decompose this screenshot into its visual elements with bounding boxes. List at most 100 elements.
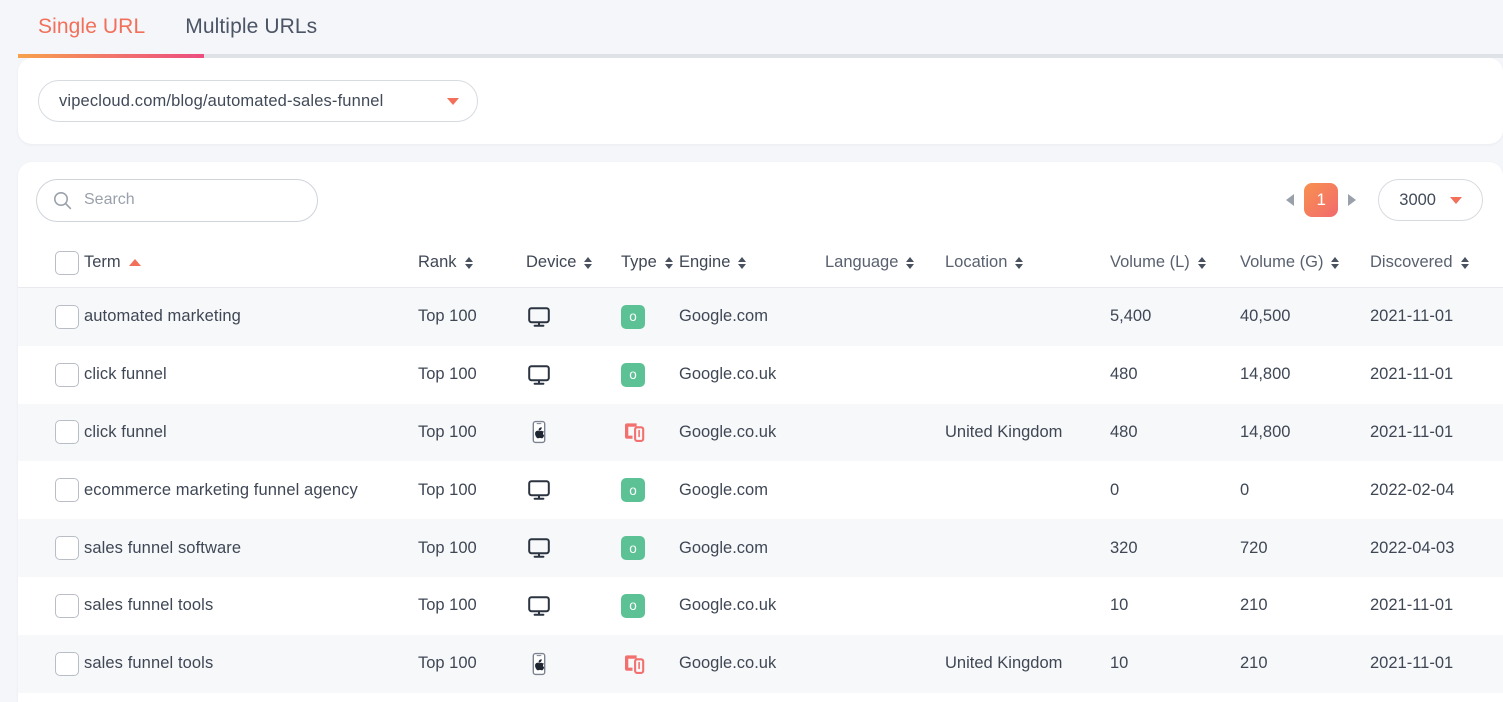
page-size-select[interactable]: 3000 [1378,179,1483,221]
cell-discovered: 2021-11-01 [1370,596,1454,615]
table-row[interactable]: automated marketing Top 100 o Google.com 5,4… [18,288,1503,346]
row-checkbox[interactable] [55,593,79,618]
table-row[interactable]: ecommerce marketing funnel agency Top 100… [18,461,1503,519]
desktop-monitor-icon [526,593,621,619]
column-header-volume-global[interactable]: Volume (G) [1240,253,1370,272]
row-checkbox[interactable] [55,420,79,445]
page-number-1[interactable]: 1 [1304,183,1339,217]
cell-term: automated marketing [84,307,241,326]
view-tabs: Single URL Multiple URLs [0,0,1503,58]
row-checkbox[interactable] [55,362,79,387]
cell-volume-local: 5,400 [1110,307,1152,326]
cell-type: o [621,536,679,561]
column-header-language-label: Language [825,253,899,271]
toolbar-right-group: 1 3000 [1286,179,1483,221]
cell-volume-local: 10 [1110,596,1129,615]
tab-multiple-urls-label: Multiple URLs [185,15,318,38]
column-header-rank-label: Rank [418,253,457,271]
cell-discovered: 2021-11-01 [1370,654,1454,673]
row-checkbox[interactable] [55,536,79,561]
organic-badge-icon: o [621,536,645,561]
cell-engine: Google.co.uk [679,365,777,384]
cell-volume-global: 14,800 [1240,365,1291,384]
row-select-cell [18,304,84,329]
desktop-monitor-icon [526,362,621,388]
caret-left-icon[interactable] [1286,194,1295,206]
cell-term: sales funnel tools [84,596,214,615]
search-input[interactable] [84,191,301,209]
cell-term: sales funnel software [84,538,242,557]
cell-location: United Kingdom [945,422,1063,441]
cell-volume-local: 480 [1110,422,1138,441]
column-header-volume-local[interactable]: Volume (L) [1110,253,1240,272]
cell-device [526,593,621,619]
caret-down-icon [1450,196,1462,204]
cell-location: United Kingdom [945,654,1063,673]
column-header-device[interactable]: Device [526,253,621,272]
table-row[interactable]: sales funnel software Top 100 o Google.com 3… [18,519,1503,577]
select-all-cell [18,250,84,275]
column-header-engine[interactable]: Engine [679,253,825,272]
responsive-devices-icon [621,651,679,677]
cell-device [526,651,621,677]
row-checkbox[interactable] [55,478,79,503]
caret-right-icon[interactable] [1348,194,1357,206]
tab-single-url[interactable]: Single URL [18,0,165,55]
column-header-discovered-label: Discovered [1370,253,1453,271]
column-header-language[interactable]: Language [825,253,945,272]
cell-device [526,304,621,330]
table-row[interactable]: sales funnel tools Top 100 o Google.co.uk 10… [18,577,1503,635]
sort-toggle-icon [738,256,747,269]
column-header-term[interactable]: Term [84,253,418,272]
tab-underline-track [18,54,1503,58]
url-selector-card: vipecloud.com/blog/automated-sales-funne… [18,58,1503,144]
cell-engine: Google.com [679,307,768,326]
url-select[interactable]: vipecloud.com/blog/automated-sales-funne… [38,80,478,122]
cell-engine: Google.co.uk [679,654,777,673]
cell-volume-global: 210 [1240,654,1268,673]
cell-discovered: 2021-11-01 [1370,422,1454,441]
organic-badge-icon: o [621,362,645,387]
table-row[interactable]: click funnel Top 100 o Google.co.uk 480 14,80… [18,346,1503,404]
pagination: 1 [1286,183,1357,217]
sort-toggle-icon [906,256,915,269]
cell-rank: Top 100 [418,480,477,499]
cell-type: o [621,593,679,618]
cell-volume-global: 720 [1240,538,1268,557]
column-header-type-label: Type [621,253,657,271]
row-select-cell [18,593,84,618]
cell-device [526,477,621,503]
column-header-type[interactable]: Type [621,253,679,272]
cell-type: o [621,362,679,387]
cell-engine: Google.com [679,538,768,557]
row-checkbox[interactable] [55,651,79,676]
desktop-monitor-icon [526,535,621,561]
sort-toggle-icon [1460,256,1469,269]
row-select-cell [18,362,84,387]
row-select-cell [18,651,84,676]
search-box[interactable] [36,178,318,222]
keywords-table-card: 1 3000 Term Rank Device Type [18,162,1503,702]
cell-rank: Top 100 [418,422,477,441]
cell-type: o [621,478,679,503]
responsive-devices-icon [621,419,679,445]
select-all-checkbox[interactable] [55,250,79,275]
search-icon [53,191,72,210]
column-header-rank[interactable]: Rank [418,253,526,272]
url-select-value: vipecloud.com/blog/automated-sales-funne… [59,91,384,110]
cell-volume-global: 40,500 [1240,307,1291,326]
row-select-cell [18,536,84,561]
column-header-location[interactable]: Location [945,253,1110,272]
row-checkbox[interactable] [55,304,79,329]
table-row[interactable]: sales funnel tools Top 100 Google.co.uk Uni… [18,634,1503,693]
cell-device [526,419,621,445]
tab-multiple-urls[interactable]: Multiple URLs [165,0,337,55]
cell-volume-global: 210 [1240,596,1268,615]
table-row[interactable]: click funnel Top 100 Google.co.uk United Ki… [18,403,1503,462]
cell-term: click funnel [84,365,167,384]
column-header-discovered[interactable]: Discovered [1370,253,1503,272]
cell-rank: Top 100 [418,654,477,673]
desktop-monitor-icon [526,304,621,330]
organic-badge-icon: o [621,478,645,503]
cell-discovered: 2022-02-04 [1370,480,1455,499]
